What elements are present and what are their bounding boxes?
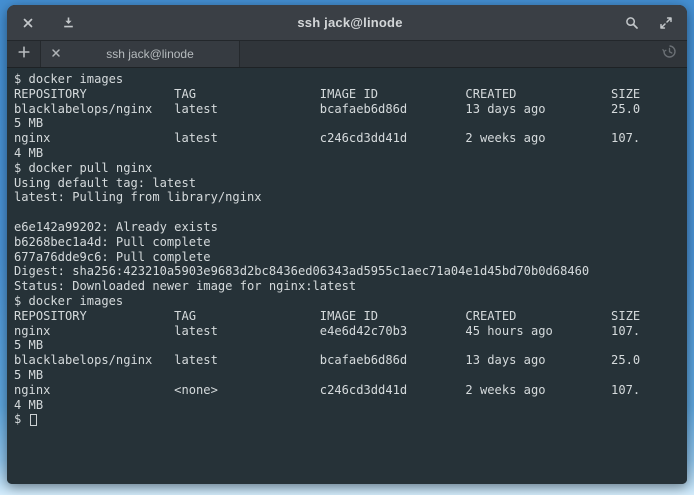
expand-icon bbox=[659, 16, 673, 30]
session-history-button[interactable] bbox=[651, 41, 687, 67]
tab-label: ssh jack@linode bbox=[69, 47, 231, 61]
terminal-line: latest: Pulling from library/nginx bbox=[14, 190, 682, 205]
terminal-line: 4 MB bbox=[14, 146, 682, 161]
paste-download-button[interactable] bbox=[59, 14, 77, 32]
search-icon bbox=[625, 16, 639, 30]
terminal-line: Digest: sha256:423210a5903e9683d2bc8436e… bbox=[14, 264, 682, 279]
search-button[interactable] bbox=[623, 14, 641, 32]
terminal-line: 5 MB bbox=[14, 116, 682, 131]
terminal-line: Using default tag: latest bbox=[14, 176, 682, 191]
titlebar-left-controls bbox=[19, 14, 77, 32]
terminal-line: $ docker pull nginx bbox=[14, 161, 682, 176]
terminal-line: e6e142a99202: Already exists bbox=[14, 220, 682, 235]
terminal-line: 4 MB bbox=[14, 398, 682, 413]
terminal-line: $ docker images bbox=[14, 72, 682, 87]
terminal-cursor bbox=[30, 414, 37, 426]
terminal-line: blacklabelops/nginx latest bcafaeb6d86d … bbox=[14, 102, 682, 117]
tab-close-button[interactable] bbox=[49, 47, 63, 61]
terminal-line: 5 MB bbox=[14, 338, 682, 353]
terminal-line: $ docker images bbox=[14, 294, 682, 309]
tabbar-spacer bbox=[240, 41, 651, 67]
close-window-button[interactable] bbox=[19, 14, 37, 32]
terminal-line: REPOSITORY TAG IMAGE ID CREATED SIZE bbox=[14, 309, 682, 324]
terminal-line: REPOSITORY TAG IMAGE ID CREATED SIZE bbox=[14, 87, 682, 102]
tab-ssh-jack-linode[interactable]: ssh jack@linode bbox=[41, 41, 240, 67]
tabbar: ssh jack@linode bbox=[7, 41, 687, 68]
window-title: ssh jack@linode bbox=[77, 15, 623, 30]
terminal-window: ssh jack@linode bbox=[7, 5, 687, 484]
close-icon bbox=[22, 17, 34, 29]
terminal-output[interactable]: $ docker images REPOSITORY TAG IMAGE ID … bbox=[7, 68, 687, 484]
terminal-line: 5 MB bbox=[14, 368, 682, 383]
download-icon bbox=[62, 16, 75, 29]
close-icon bbox=[51, 45, 61, 63]
titlebar-right-controls bbox=[623, 14, 675, 32]
terminal-line: b6268bec1a4d: Pull complete bbox=[14, 235, 682, 250]
terminal-line: 677a76dde9c6: Pull complete bbox=[14, 250, 682, 265]
new-tab-button[interactable] bbox=[7, 41, 41, 67]
history-clock-icon bbox=[662, 44, 677, 64]
titlebar[interactable]: ssh jack@linode bbox=[7, 5, 687, 41]
terminal-line: nginx latest c246cd3dd41d 2 weeks ago 10… bbox=[14, 131, 682, 146]
terminal-line: nginx <none> c246cd3dd41d 2 weeks ago 10… bbox=[14, 383, 682, 398]
terminal-line bbox=[14, 205, 682, 220]
terminal-line: nginx latest e4e6d42c70b3 45 hours ago 1… bbox=[14, 324, 682, 339]
maximize-button[interactable] bbox=[657, 14, 675, 32]
prompt-line: $ bbox=[14, 412, 682, 427]
terminal-line: Status: Downloaded newer image for nginx… bbox=[14, 279, 682, 294]
prompt-text: $ bbox=[14, 412, 29, 427]
plus-icon bbox=[18, 45, 30, 63]
terminal-line: blacklabelops/nginx latest bcafaeb6d86d … bbox=[14, 353, 682, 368]
